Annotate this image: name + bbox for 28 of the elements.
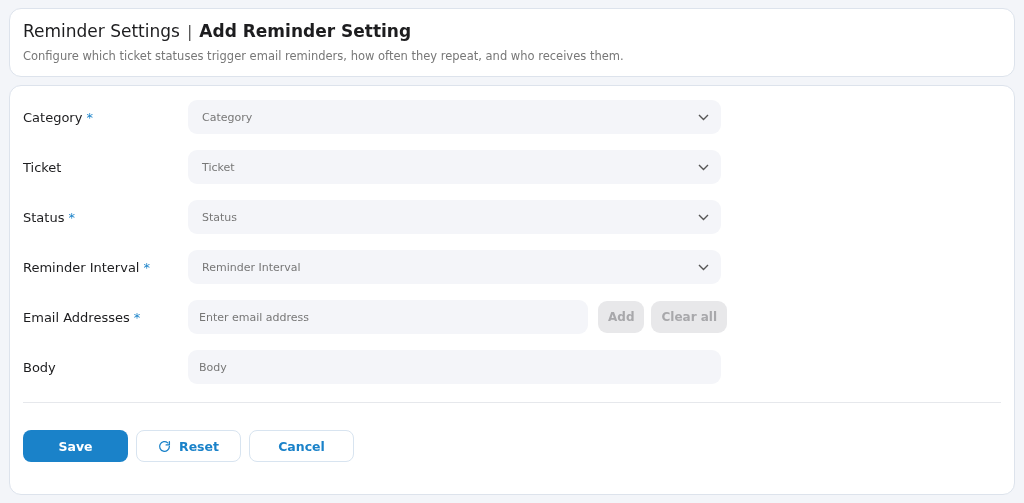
reset-button[interactable]: Reset xyxy=(136,430,241,462)
select-field[interactable]: Status xyxy=(188,200,721,234)
field-label: Email Addresses xyxy=(23,309,130,325)
body-input-field[interactable]: Body xyxy=(188,350,721,384)
field-label: Status xyxy=(23,209,65,225)
required-mark: * xyxy=(133,309,141,325)
field-label: Reminder Interval xyxy=(23,259,140,275)
required-mark: * xyxy=(86,109,93,125)
breadcrumb: Reminder Settings xyxy=(23,21,180,41)
page-description: Configure which ticket statuses trigger email reminders, how often they repeat, and who receives them. xyxy=(23,49,625,63)
required-mark: * xyxy=(143,259,150,275)
chevron-down-icon xyxy=(698,113,709,121)
required-mark: * xyxy=(68,209,75,225)
select-field[interactable]: Ticket xyxy=(188,150,721,184)
chevron-down-icon xyxy=(698,163,709,171)
field-label: Body xyxy=(23,359,56,375)
cancel-button[interactable]: Cancel xyxy=(249,430,354,462)
save-button[interactable]: Save xyxy=(23,430,128,462)
email-input-field[interactable]: Enter email address xyxy=(188,300,588,334)
chevron-down-icon xyxy=(698,263,709,271)
select-field[interactable]: Category xyxy=(188,100,721,134)
select-field[interactable]: Reminder Interval xyxy=(188,250,721,284)
breadcrumb-separator: | xyxy=(186,21,193,41)
page-title: Add Reminder Setting xyxy=(199,21,412,41)
field-label: Ticket xyxy=(23,159,62,175)
chevron-down-icon xyxy=(698,213,709,221)
refresh-icon xyxy=(158,439,171,453)
field-label: Category xyxy=(23,109,83,125)
